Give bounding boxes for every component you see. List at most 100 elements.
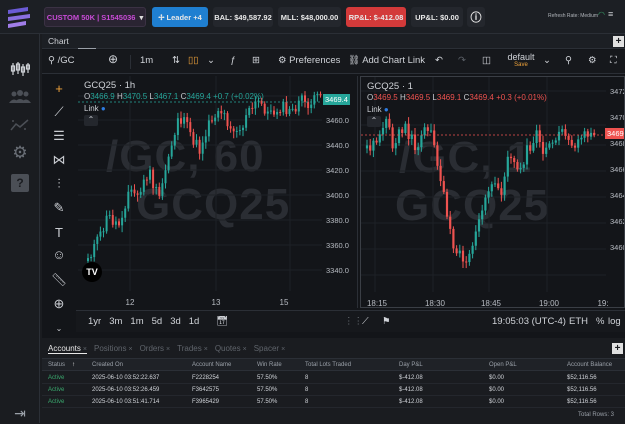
info-icon[interactable]: ⓘ xyxy=(467,7,485,27)
table-cell: F2228254 xyxy=(192,375,220,381)
range-button-5d[interactable]: 5d xyxy=(152,316,163,327)
symbol-search[interactable]: ⚲ /GC xyxy=(48,55,75,66)
preferences-button[interactable]: ⚙ Preferences xyxy=(278,55,340,66)
ruler-tool-icon[interactable]: ⟋ xyxy=(362,316,369,327)
text-tool-icon[interactable]: T xyxy=(47,222,71,242)
column-header[interactable]: Account Name xyxy=(192,362,231,368)
interval-selector[interactable]: 1m xyxy=(140,55,153,66)
tradingview-logo-icon[interactable]: TV xyxy=(82,262,102,282)
logout-icon[interactable]: ⇥ xyxy=(7,402,33,424)
flag-icon[interactable]: ⚑ xyxy=(382,316,391,327)
right-candles-plot[interactable]: 3472 3470 3468 3466 3464 3462 3460 18:15 18:30 18… xyxy=(361,77,625,308)
table-row[interactable]: Active 2025-06-10 03:52:22.637 F2228254 57.… xyxy=(42,372,625,384)
help-icon[interactable]: ? xyxy=(7,172,33,194)
settings-gear-icon[interactable]: ⚙ xyxy=(588,55,597,66)
candle-body xyxy=(130,189,133,192)
emoji-icon[interactable]: ☺ xyxy=(47,244,71,264)
table-row[interactable]: Active 2025-06-10 03:52:26.459 F3642575 57.… xyxy=(42,384,625,396)
tab-chart[interactable]: Chart xyxy=(48,36,69,46)
left-chart[interactable]: /GC, 60 GCQ25 3480.03460.03440.03420.034… xyxy=(78,76,358,308)
candle-body xyxy=(304,95,306,102)
app-logo-icon[interactable] xyxy=(6,6,32,28)
table-cell: $52,116.56 xyxy=(567,387,597,393)
brush-icon[interactable]: ✎ xyxy=(47,198,71,218)
candle-body xyxy=(300,95,303,101)
chevron-down-icon[interactable]: ⌄ xyxy=(543,55,551,66)
range-button-1m[interactable]: 1m xyxy=(130,316,143,327)
redo-icon[interactable]: ↷ xyxy=(458,55,466,66)
percent-toggle[interactable]: % xyxy=(596,316,604,327)
indicators-icon[interactable]: ƒ xyxy=(230,55,235,66)
drag-handle-icon[interactable]: ⋮⋮ xyxy=(344,316,363,327)
range-button-3m[interactable]: 3m xyxy=(109,316,122,327)
leader-button[interactable]: ✢ Leader +4 xyxy=(152,7,208,27)
settings-gear-icon[interactable]: ⚙ xyxy=(7,142,33,164)
channel-icon[interactable]: ⫶ xyxy=(47,174,71,194)
ruler-icon[interactable]: 📏︎ xyxy=(47,270,71,290)
candle-body xyxy=(391,127,394,149)
candle-body xyxy=(186,117,189,123)
column-header[interactable]: Created On xyxy=(92,362,123,368)
more-tools-icon[interactable]: ⌄ xyxy=(47,318,71,338)
upl-badge: UP&L: $0.00 xyxy=(411,7,463,27)
candle-body xyxy=(410,134,413,140)
users-nav-icon[interactable] xyxy=(7,86,33,108)
table-row[interactable]: Active 2025-06-10 03:51:41.714 F3965429 57.… xyxy=(42,396,625,408)
column-header[interactable]: Status xyxy=(48,362,65,368)
add-tab-button[interactable]: + xyxy=(613,36,624,47)
add-symbol-icon[interactable]: ⊕ xyxy=(108,52,118,66)
candle-body xyxy=(189,122,192,133)
candle-body xyxy=(500,188,503,195)
left-ohlc-change: +0.7 (+0.02%) xyxy=(213,92,264,101)
bar-type-icon[interactable]: ⇅ xyxy=(172,55,180,66)
right-link-indicator[interactable]: Link ● xyxy=(367,105,389,114)
clock-readout: 19:05:03 (UTC-4) xyxy=(492,316,566,327)
undo-icon[interactable]: ↶ xyxy=(435,55,443,66)
candle-body xyxy=(458,250,461,254)
column-header[interactable]: Account Balance xyxy=(567,362,612,368)
zoom-in-icon[interactable]: ⊕ xyxy=(47,294,71,314)
candle-body xyxy=(481,210,484,220)
range-button-3d[interactable]: 3d xyxy=(170,316,181,327)
log-toggle[interactable]: log xyxy=(608,316,621,327)
range-button-1yr[interactable]: 1yr xyxy=(88,316,101,327)
collapse-legend-button[interactable]: ⌃ xyxy=(367,116,381,127)
chevron-down-icon[interactable]: ⌄ xyxy=(207,55,215,66)
candle-body xyxy=(493,183,497,185)
account-selector[interactable]: CUSTOM 50K | S1545036 ▾ xyxy=(44,7,146,27)
x-tick-label: 18:45 xyxy=(481,299,502,308)
column-header[interactable]: Open P&L xyxy=(489,362,517,368)
column-header[interactable]: Total Lots Traded xyxy=(305,362,351,368)
accounts-table: Status ↑ Created On Account Name Win Rate Tot… xyxy=(42,340,625,423)
fib-lines-icon[interactable]: ☰ xyxy=(47,126,71,146)
column-header[interactable]: Win Rate xyxy=(257,362,282,368)
trend-line-icon[interactable]: ⟋ xyxy=(47,102,71,122)
column-header[interactable]: Day P&L xyxy=(399,362,423,368)
fullscreen-icon[interactable]: ⛶ xyxy=(610,55,617,66)
left-link-indicator[interactable]: Link ● xyxy=(84,104,106,113)
layout-selector[interactable]: default Save xyxy=(506,52,536,68)
candle-body xyxy=(573,145,577,148)
add-chart-link-button[interactable]: ⛓ Add Chart Link xyxy=(348,55,425,66)
chart-nav-icon[interactable] xyxy=(7,58,33,80)
collapse-legend-button[interactable]: ⌃ xyxy=(84,115,98,126)
table-cell: $0.00 xyxy=(489,387,505,393)
range-button-1d[interactable]: 1d xyxy=(189,316,200,327)
zoom-icon[interactable]: ⚲ xyxy=(565,55,572,66)
analytics-nav-icon[interactable] xyxy=(7,114,33,136)
sort-arrow-icon[interactable]: ↑ xyxy=(72,362,75,368)
calendar-range-icon[interactable]: 📅︎ xyxy=(216,316,228,327)
candle-body xyxy=(198,139,201,154)
templates-icon[interactable]: ⊞ xyxy=(252,55,260,66)
right-chart[interactable]: /GC, 1 GCQ25 347234703468346634643462346… xyxy=(360,76,625,308)
left-candles-plot[interactable]: 3480.03460.03440.03420.03400.03380.03360… xyxy=(78,76,358,308)
session-ETH[interactable]: ETH xyxy=(569,316,588,327)
crosshair-icon[interactable]: + xyxy=(47,78,71,98)
layout-icon[interactable]: ◫ xyxy=(482,55,491,66)
pattern-icon[interactable]: ⋈ xyxy=(47,150,71,170)
candles-icon[interactable]: ▯▯ xyxy=(188,55,198,66)
candle-body xyxy=(570,139,573,146)
candle-body xyxy=(484,197,487,211)
menu-icon[interactable]: ≡ xyxy=(608,9,613,19)
chart-toolbar: ⚲ /GC ⊕ 1m ⇅ ▯▯ ⌄ ƒ ⊞ ⚙ Preferences ⛓ Ad… xyxy=(42,50,625,74)
